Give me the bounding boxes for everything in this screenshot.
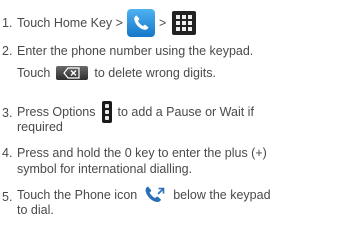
step-1-separator: > xyxy=(158,16,167,30)
step-1-line: Touch Home Key > > xyxy=(17,9,197,37)
phone-call-icon xyxy=(143,185,167,205)
step-5-line-1: Touch the Phone icon below the keypad xyxy=(17,185,271,205)
step-body: Enter the phone number using the keypad.… xyxy=(17,43,352,82)
step-number: 5. xyxy=(2,190,13,204)
app-grid-icon xyxy=(172,11,197,35)
step-number: 2. xyxy=(2,44,13,58)
backspace-delete-icon xyxy=(56,66,89,80)
step-body: Press and hold the 0 key to enter the pl… xyxy=(17,145,352,177)
step-2-line-2: Touch to delete wrong digits. xyxy=(17,65,216,81)
step-body: Touch Home Key > > xyxy=(17,9,352,37)
step-1: 1. Touch Home Key > > xyxy=(0,9,352,39)
instructions-document: 1. Touch Home Key > > 2. Enter the phone… xyxy=(0,0,355,243)
step-2-delete-text: to delete wrong digits. xyxy=(94,66,216,80)
step-2-touch-text: Touch xyxy=(17,66,51,80)
step-5-touch-text: Touch the Phone icon xyxy=(17,188,138,202)
step-body: Press Options to add a Pause or Wait if … xyxy=(17,101,352,135)
step-1-text: Touch Home Key > xyxy=(17,16,123,30)
phone-app-icon xyxy=(126,9,155,37)
step-2-line-1: Enter the phone number using the keypad. xyxy=(17,44,254,58)
step-4-line-1: Press and hold the 0 key to enter the pl… xyxy=(17,146,267,160)
step-body: Touch the Phone icon below the keypad to… xyxy=(17,185,352,218)
step-3-pause-text: to add a Pause or Wait if xyxy=(117,105,254,119)
step-5-keypad-text: below the keypad xyxy=(173,188,271,202)
step-number: 4. xyxy=(2,146,13,160)
step-4-line-2: symbol for international dialling. xyxy=(17,162,193,176)
step-number: 1. xyxy=(2,16,13,30)
step-3-press-text: Press Options xyxy=(17,105,96,119)
step-number: 3. xyxy=(2,106,13,120)
step-4: 4. Press and hold the 0 key to enter the… xyxy=(0,145,352,179)
options-menu-icon xyxy=(101,101,112,123)
step-2: 2. Enter the phone number using the keyp… xyxy=(0,43,352,87)
step-3: 3. Press Options to add a Pause or Wait … xyxy=(0,101,352,135)
step-5: 5. Touch the Phone icon below the keypad… xyxy=(0,185,352,225)
